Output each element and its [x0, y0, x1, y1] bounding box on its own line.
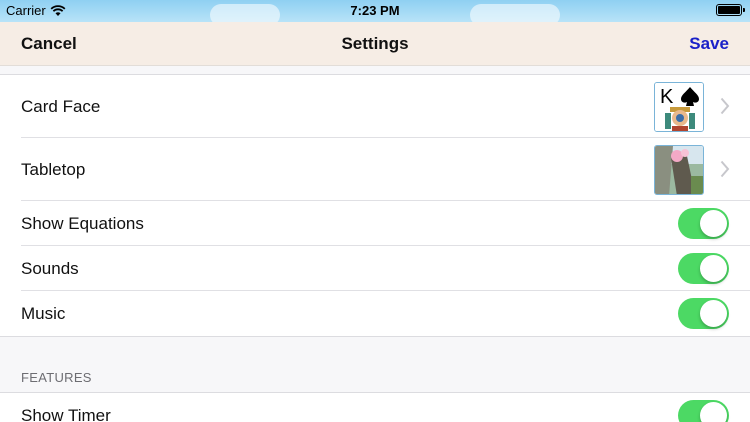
show-equations-row: Show Equations	[0, 201, 750, 246]
settings-table: Card Face K Tabletop Show Equations Soun…	[0, 74, 750, 337]
music-label: Music	[21, 304, 66, 323]
status-bar: Carrier 7:23 PM	[0, 0, 750, 26]
music-row: Music	[0, 291, 750, 336]
navigation-bar: Cancel Settings Save	[0, 22, 750, 66]
features-table: Show Timer	[0, 392, 750, 422]
toggle-knob	[700, 402, 727, 422]
tabletop-row[interactable]: Tabletop	[0, 138, 750, 201]
toggle-knob	[700, 300, 727, 327]
status-time: 7:23 PM	[350, 3, 400, 18]
page-title: Settings	[341, 34, 409, 53]
toggle-knob	[700, 210, 727, 237]
save-button[interactable]: Save	[689, 34, 729, 54]
show-timer-row: Show Timer	[0, 393, 750, 422]
show-equations-toggle[interactable]	[678, 208, 729, 239]
show-timer-toggle[interactable]	[678, 400, 729, 422]
svg-text:K: K	[660, 86, 674, 108]
sounds-toggle[interactable]	[678, 253, 729, 284]
tabletop-label: Tabletop	[21, 160, 86, 179]
card-face-label: Card Face	[21, 97, 101, 116]
battery-icon	[716, 4, 745, 16]
show-equations-label: Show Equations	[21, 214, 144, 233]
features-section-header: FEATURES	[21, 370, 92, 385]
card-face-row[interactable]: Card Face K	[0, 75, 750, 138]
show-timer-label: Show Timer	[21, 406, 111, 422]
sounds-label: Sounds	[21, 259, 79, 278]
sounds-row: Sounds	[0, 246, 750, 291]
king-of-spades-card-icon: K	[654, 82, 704, 132]
toggle-knob	[700, 255, 727, 282]
tabletop-scene-thumbnail	[654, 145, 704, 195]
music-toggle[interactable]	[678, 298, 729, 329]
chevron-right-icon	[720, 160, 730, 178]
chevron-right-icon	[720, 97, 730, 115]
